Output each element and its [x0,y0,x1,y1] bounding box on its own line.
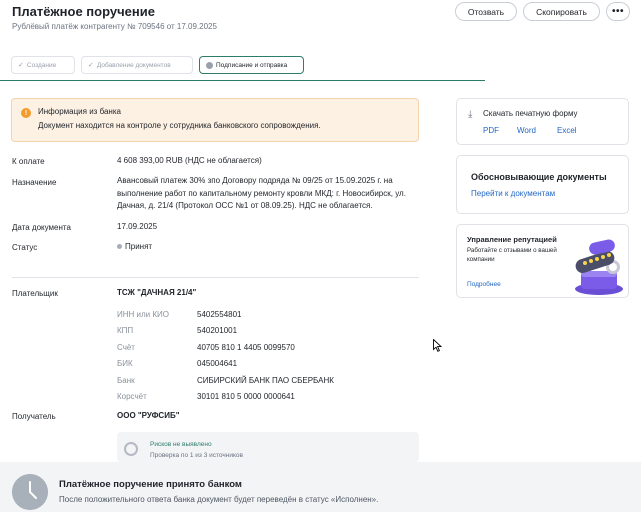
go-to-documents-link[interactable]: Перейти к документам [471,189,555,198]
recipient-name: ООО "РУФСИБ" [117,411,180,420]
status-footer: Платёжное поручение принято банком После… [0,462,641,512]
payer-account-label: Счёт [117,343,135,352]
download-card: ⤓ Скачать печатную форму PDF Word Excel [456,98,629,145]
check-icon: ✓ [18,62,24,69]
recipient-label: Получатель [12,412,56,421]
reputation-card[interactable]: Управление репутацией Работайте с отзыва… [456,224,629,298]
step-label: Создание [26,61,57,69]
payer-inn-value: 5402554801 [197,310,242,319]
risk-subtitle: Проверка по 1 из 3 источников [150,452,243,459]
copy-button[interactable]: Скопировать [523,2,600,21]
payer-corr-label: Корсчёт [117,392,147,401]
footer-text: После положительного ответа банка докуме… [59,495,379,504]
reputation-more-link[interactable]: Подробнее [467,281,501,288]
step-create[interactable]: ✓ Создание [11,56,75,74]
payer-bank-label: Банк [117,376,135,385]
status-label: Статус [12,243,38,252]
payer-kpp-value: 540201001 [197,326,238,335]
date-label: Дата документа [12,223,71,232]
payer-label: Плательщик [12,289,58,298]
download-word-link[interactable]: Word [517,126,536,135]
alert-text: Документ находится на контроле у сотрудн… [38,121,321,130]
download-title: Скачать печатную форму [483,109,578,118]
risk-check-box[interactable]: Рисков не выявлено Проверка по 1 из 3 ис… [117,432,419,462]
step-sign-send[interactable]: Подписание и отправка [199,56,304,74]
payer-inn-label: ИНН или КИО [117,310,169,319]
status-dot-icon [117,244,122,250]
download-icon: ⤓ [468,109,473,120]
section-divider [12,277,419,278]
reputation-title: Управление репутацией [467,235,557,244]
step-label: Подписание и отправка [216,61,288,69]
check-icon: ✓ [88,62,94,69]
purpose-value: Авансовый платеж 30% зпо Договору подряд… [117,176,406,210]
documents-card: Обосновывающие документы Перейти к докум… [456,155,629,214]
amount-value: 4 608 393,00 RUB (НДС не облагается) [117,156,262,165]
amount-label: К оплате [12,157,45,166]
payer-corr-value: 30101 810 5 0000 0000641 [197,392,295,401]
clock-icon [206,61,213,69]
more-options-button[interactable]: ••• [606,2,630,21]
payer-name: ТСЖ "ДАЧНАЯ 21/4" [117,288,197,297]
risk-check-icon [124,442,138,456]
download-excel-link[interactable]: Excel [557,126,577,135]
payer-bik-label: БИК [117,359,133,368]
page-title: Платёжное поручение [12,4,155,19]
date-value: 17.09.2025 [117,222,158,231]
purpose-label: Назначение [12,178,57,187]
footer-title: Платёжное поручение принято банком [59,479,242,490]
page-header: Платёжное поручение Рублёвый платёж конт… [12,4,217,31]
payer-bank-value: СИБИРСКИЙ БАНК ПАО СБЕРБАНК [197,376,334,385]
documents-title: Обосновывающие документы [471,172,607,182]
download-pdf-link[interactable]: PDF [483,126,499,135]
payer-account-value: 40705 810 1 4405 0099570 [197,343,295,352]
alert-title: Информация из банка [38,107,121,116]
step-label: Добавление документов [96,61,171,69]
mouse-cursor-icon [433,339,442,352]
risk-title: Рисков не выявлено [150,441,212,448]
bank-info-alert: ! Информация из банка Документ находится… [11,98,419,142]
process-steps: ✓ Создание ✓ Добавление документов Подпи… [11,56,304,74]
payer-bik-value: 045004641 [197,359,238,368]
status-value: Принят [117,241,152,254]
status-text: Принят [125,242,153,251]
top-actions: Отозвать Скопировать ••• [455,2,630,21]
reputation-text: Работайте с отзывами о вашей компании [467,247,557,263]
reputation-illustration-icon [575,239,623,295]
warning-icon: ! [21,108,31,118]
page-subtitle: Рублёвый платёж контрагенту № 709546 от … [12,22,217,31]
clock-icon [12,474,48,510]
step-add-documents[interactable]: ✓ Добавление документов [81,56,193,74]
steps-underline [0,80,485,81]
payer-kpp-label: КПП [117,326,134,335]
revoke-button[interactable]: Отозвать [455,2,517,21]
